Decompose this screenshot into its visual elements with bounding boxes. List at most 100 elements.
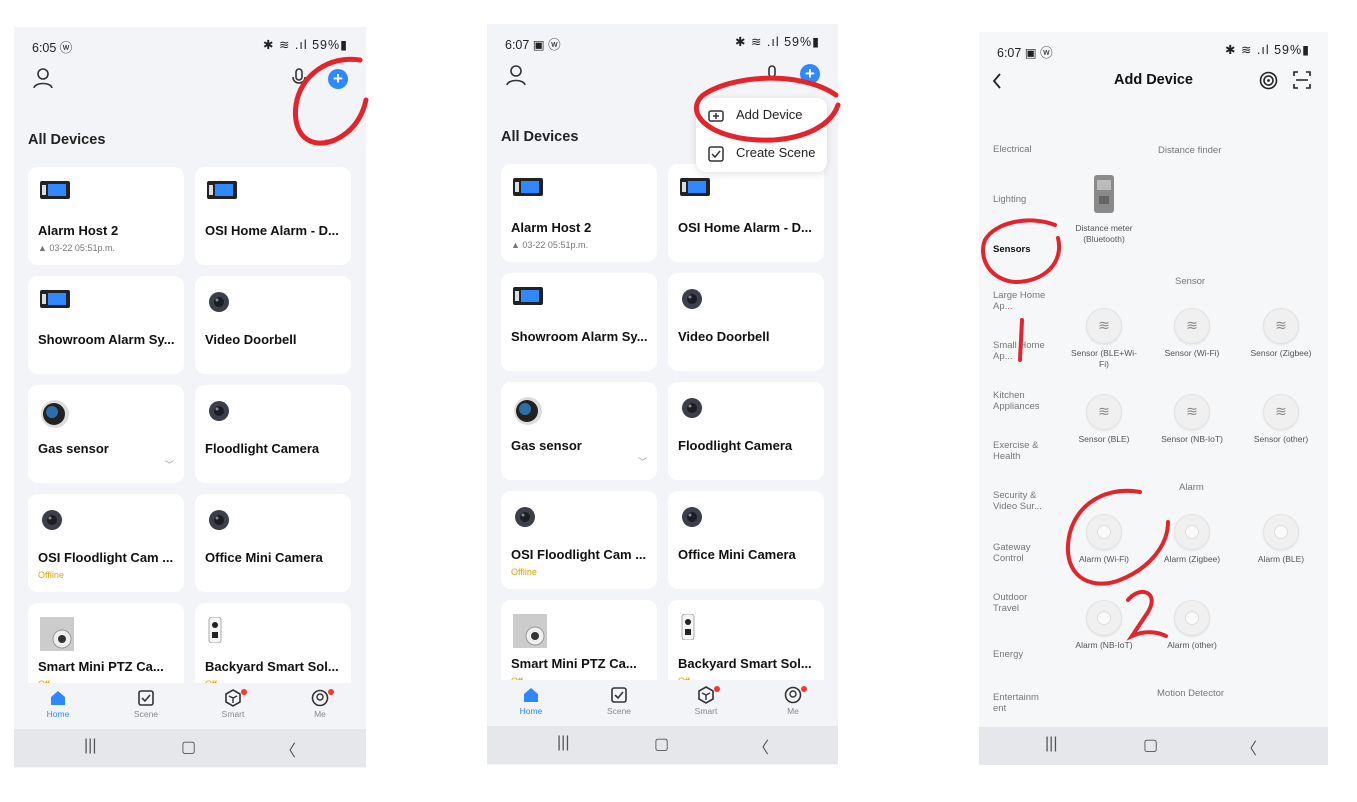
- device-sensor[interactable]: ≋ Sensor (BLE): [1069, 394, 1139, 445]
- recents-nav-icon[interactable]: |||: [84, 737, 96, 755]
- profile-icon[interactable]: [503, 62, 529, 88]
- tab-label: Smart: [694, 706, 718, 716]
- menu-create-scene[interactable]: Create Scene: [708, 145, 816, 162]
- tab-scene[interactable]: Scene: [589, 686, 649, 716]
- more-options-icon[interactable]: ···: [324, 131, 341, 147]
- home-nav-icon[interactable]: ▢: [1143, 735, 1158, 755]
- device-thumbnail: [207, 508, 231, 537]
- profile-icon[interactable]: [30, 65, 56, 91]
- device-card[interactable]: Alarm Host 2 ▲ 03-22 05:51p.m.: [501, 164, 657, 262]
- tab-me[interactable]: Me: [763, 686, 823, 716]
- device-thumbnail: [207, 181, 237, 204]
- device-name: Backyard Smart Sol...: [678, 656, 812, 671]
- tab-me[interactable]: Me: [290, 689, 350, 719]
- device-distance-meter[interactable]: Distance meter (Bluetooth): [1069, 174, 1139, 245]
- recents-nav-icon[interactable]: |||: [557, 734, 569, 752]
- category-item[interactable]: Sensors: [993, 244, 1055, 255]
- voice-icon[interactable]: [290, 67, 308, 89]
- status-time: 6:07 ▣ ⓦ: [505, 38, 561, 52]
- sensor-icon: ≋: [1086, 394, 1122, 430]
- device-card[interactable]: Floodlight Camera: [668, 382, 824, 480]
- device-thumbnail: [40, 508, 64, 537]
- status-time: 6:07 ▣ ⓦ: [997, 46, 1053, 60]
- add-button[interactable]: +: [800, 64, 820, 84]
- tab-scene[interactable]: Scene: [116, 689, 176, 719]
- expand-chevron-icon[interactable]: ﹀: [638, 455, 647, 468]
- device-card[interactable]: Showroom Alarm Sy...: [28, 276, 184, 374]
- device-thumbnail: [207, 290, 231, 319]
- category-item[interactable]: Gateway Control: [993, 542, 1055, 564]
- tab-home[interactable]: Home: [501, 686, 561, 716]
- device-name: Floodlight Camera: [205, 441, 320, 456]
- device-card[interactable]: Office Mini Camera: [668, 491, 824, 589]
- category-item[interactable]: Large Home Ap...: [993, 290, 1055, 312]
- category-item[interactable]: Small Home Ap...: [993, 340, 1055, 362]
- system-nav-bar: ||| ▢ 〈: [979, 727, 1328, 765]
- device-card[interactable]: OSI Floodlight Cam ... Offline: [28, 494, 184, 592]
- back-nav-icon[interactable]: 〈: [280, 737, 296, 761]
- category-item[interactable]: Kitchen Appliances: [993, 390, 1055, 412]
- add-button[interactable]: +: [328, 69, 348, 89]
- device-alarm[interactable]: Alarm (Zigbee): [1157, 514, 1227, 565]
- back-nav-icon[interactable]: 〈: [1241, 735, 1257, 759]
- device-name: Office Mini Camera: [205, 550, 323, 565]
- tab-smart[interactable]: Smart: [676, 686, 736, 716]
- tab-label: Scene: [606, 706, 632, 716]
- device-card[interactable]: Office Mini Camera: [195, 494, 351, 592]
- sensor-icon: ≋: [1174, 394, 1210, 430]
- auto-scan-icon[interactable]: [1259, 71, 1278, 90]
- device-card[interactable]: Video Doorbell: [668, 273, 824, 371]
- device-card[interactable]: Gas sensor ﹀: [501, 382, 657, 480]
- recents-nav-icon[interactable]: |||: [1045, 735, 1057, 753]
- home-screen-2: 6:07 ▣ ⓦ ✱ ≋ .ıl 59%▮ + All Devices Alar…: [487, 24, 838, 765]
- camera-icon: [209, 510, 229, 530]
- device-thumbnail: [680, 396, 704, 425]
- device-alarm[interactable]: Alarm (Wi-Fi): [1069, 514, 1139, 565]
- menu-label: Add Device: [736, 107, 803, 122]
- tab-label: Me: [314, 709, 326, 719]
- tab-smart[interactable]: Smart: [203, 689, 263, 719]
- home-icon: [51, 691, 65, 705]
- device-sensor[interactable]: ≋ Sensor (BLE+Wi-Fi): [1069, 308, 1139, 370]
- alarm-icon: [1174, 600, 1210, 636]
- home-nav-icon[interactable]: ▢: [654, 734, 669, 754]
- device-alarm[interactable]: Alarm (NB-IoT): [1069, 600, 1139, 651]
- category-item[interactable]: Security & Video Sur...: [993, 490, 1055, 512]
- me-icon: [784, 686, 802, 704]
- device-alarm[interactable]: Alarm (BLE): [1246, 514, 1316, 565]
- voice-icon[interactable]: [763, 64, 781, 86]
- device-card[interactable]: OSI Home Alarm - D...: [195, 167, 351, 265]
- home-icon: [524, 688, 538, 702]
- category-item[interactable]: Electrical: [993, 144, 1055, 155]
- ptz-camera-icon: [513, 614, 547, 648]
- device-card[interactable]: Alarm Host 2 ▲ 03-22 05:51p.m.: [28, 167, 184, 265]
- tab-home[interactable]: Home: [28, 689, 88, 719]
- category-item[interactable]: Lighting: [993, 194, 1055, 205]
- device-name: OSI Home Alarm - D...: [205, 223, 339, 238]
- back-nav-icon[interactable]: 〈: [753, 734, 769, 758]
- device-sensor[interactable]: ≋ Sensor (Zigbee): [1246, 308, 1316, 359]
- category-item[interactable]: Entertainm ent: [993, 692, 1045, 714]
- category-item[interactable]: Energy: [993, 649, 1055, 660]
- device-sensor[interactable]: ≋ Sensor (Wi-Fi): [1157, 308, 1227, 359]
- sensor-icon: ≋: [1263, 394, 1299, 430]
- device-card[interactable]: Gas sensor ﹀: [28, 385, 184, 483]
- device-card[interactable]: OSI Home Alarm - D...: [668, 164, 824, 262]
- sensor-icon: ≋: [1086, 308, 1122, 344]
- expand-chevron-icon[interactable]: ﹀: [165, 458, 174, 471]
- device-alarm[interactable]: Alarm (other): [1157, 600, 1227, 651]
- create-scene-icon: [708, 145, 724, 162]
- device-name: Office Mini Camera: [678, 547, 796, 562]
- home-nav-icon[interactable]: ▢: [181, 737, 196, 757]
- device-card[interactable]: Video Doorbell: [195, 276, 351, 374]
- device-sensor[interactable]: ≋ Sensor (NB-IoT): [1157, 394, 1227, 445]
- device-card[interactable]: OSI Floodlight Cam ... Offline: [501, 491, 657, 589]
- device-card[interactable]: Floodlight Camera: [195, 385, 351, 483]
- category-item[interactable]: Outdoor Travel: [993, 592, 1055, 614]
- device-status: ▲ 03-22 05:51p.m.: [511, 240, 588, 250]
- qr-scan-icon[interactable]: [1293, 71, 1311, 89]
- category-item[interactable]: Exercise & Health: [993, 440, 1055, 462]
- menu-add-device[interactable]: Add Device: [708, 107, 802, 124]
- device-card[interactable]: Showroom Alarm Sy...: [501, 273, 657, 371]
- device-sensor[interactable]: ≋ Sensor (other): [1246, 394, 1316, 445]
